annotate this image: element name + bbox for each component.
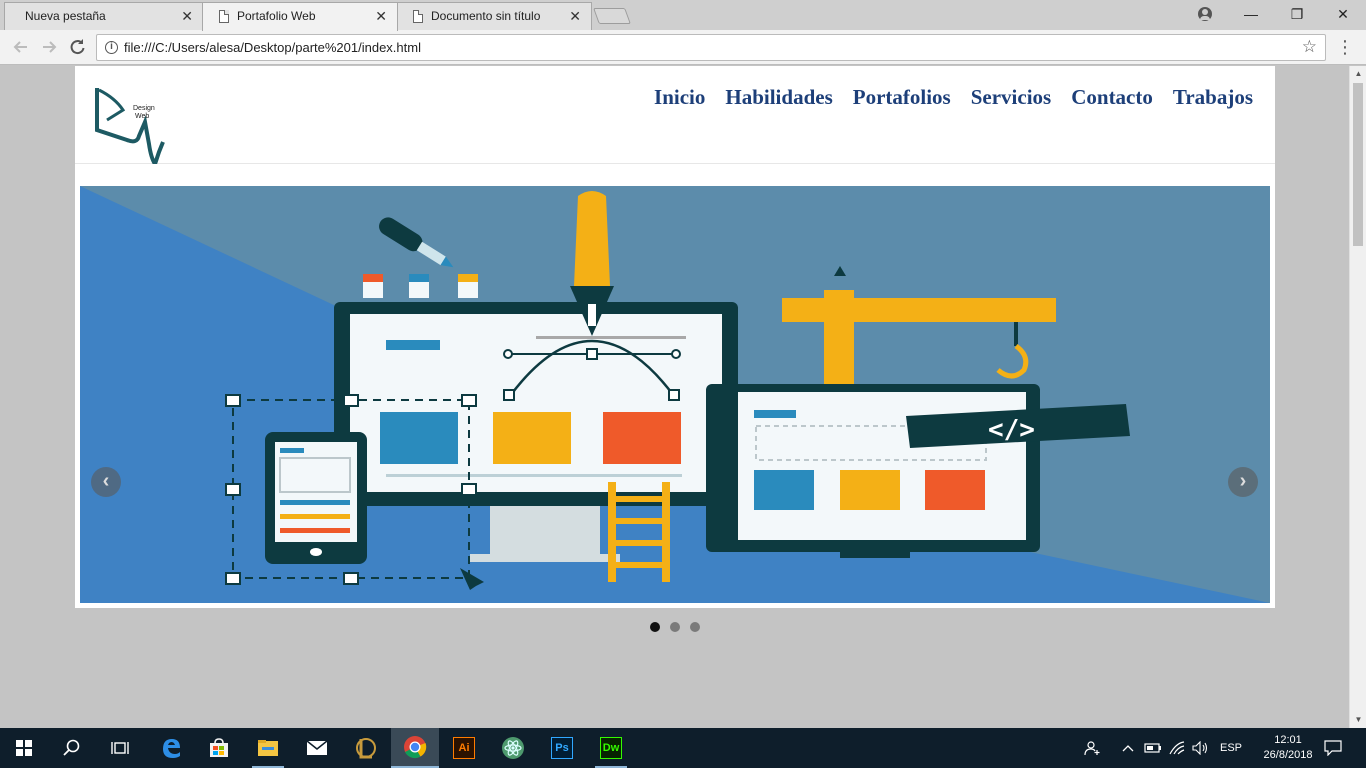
people-icon: [1084, 741, 1100, 756]
carousel-prev-button[interactable]: ‹: [91, 467, 121, 497]
carousel: </> ‹ ›: [75, 164, 1275, 608]
volume-button[interactable]: [1192, 728, 1210, 768]
back-arrow-icon: [13, 41, 27, 53]
clock-date: 26/8/2018: [1263, 749, 1313, 761]
site-logo[interactable]: Design Web: [93, 84, 169, 169]
illustrator-app[interactable]: Ai: [440, 728, 488, 768]
store-app[interactable]: [195, 728, 243, 768]
tab-title: Portafolio Web: [237, 9, 316, 23]
atom-icon: [502, 737, 524, 759]
clock-time: 12:01: [1274, 734, 1302, 746]
nav-trabajos[interactable]: Trabajos: [1173, 85, 1253, 110]
store-icon: [210, 738, 228, 757]
clock[interactable]: 12:01 26/8/2018: [1258, 733, 1318, 763]
minimize-button[interactable]: —: [1228, 0, 1274, 28]
wifi-button[interactable]: [1168, 728, 1186, 768]
nav-habilidades[interactable]: Habilidades: [725, 85, 832, 110]
action-center-button[interactable]: [1324, 728, 1342, 768]
edge-app[interactable]: [147, 728, 195, 768]
web-design-illustration: </>: [80, 186, 1270, 603]
chevron-up-icon: [1122, 745, 1134, 752]
close-tab-icon[interactable]: ✕: [375, 3, 387, 29]
close-window-button[interactable]: ✕: [1320, 0, 1366, 28]
carousel-indicators: [650, 622, 700, 632]
file-explorer-app[interactable]: [244, 728, 292, 768]
tab-documento-sin-titulo[interactable]: Documento sin título ✕: [396, 2, 592, 30]
battery-button[interactable]: [1144, 728, 1162, 768]
new-tab-button[interactable]: [593, 8, 631, 24]
browser-toolbar: i file:///C:/Users/alesa/Desktop/parte%2…: [0, 30, 1366, 65]
logo-text-design: Design: [133, 105, 155, 112]
address-bar[interactable]: i file:///C:/Users/alesa/Desktop/parte%2…: [96, 34, 1326, 61]
task-view-icon: [111, 742, 129, 754]
carousel-slide-image: </>: [80, 186, 1270, 603]
file-explorer-icon: [258, 740, 278, 756]
search-button[interactable]: [48, 728, 96, 768]
page-viewport: Design Web Inicio Habilidades Portafolio…: [0, 66, 1349, 728]
edge-icon: [163, 739, 180, 758]
back-button[interactable]: [10, 36, 32, 58]
chrome-icon: [404, 736, 427, 759]
people-button[interactable]: [1084, 728, 1104, 768]
close-tab-icon[interactable]: ✕: [569, 3, 581, 29]
carousel-indicator-3[interactable]: [690, 622, 700, 632]
info-icon[interactable]: i: [105, 41, 118, 54]
document-icon: [413, 10, 423, 23]
tab-strip: Nueva pestaña ✕ Portafolio Web ✕ Documen…: [0, 0, 1366, 31]
league-app[interactable]: [342, 728, 390, 768]
atom-app[interactable]: [489, 728, 537, 768]
tab-portafolio-web[interactable]: Portafolio Web ✕: [202, 2, 398, 31]
reload-button[interactable]: [66, 36, 88, 58]
photoshop-app[interactable]: Ps: [538, 728, 586, 768]
scroll-up-icon[interactable]: ▲: [1350, 66, 1366, 82]
start-button[interactable]: [0, 728, 48, 768]
mail-app[interactable]: [293, 728, 341, 768]
battery-icon: [1144, 743, 1161, 753]
dreamweaver-app[interactable]: Dw: [587, 728, 635, 768]
main-nav: Inicio Habilidades Portafolios Servicios…: [654, 85, 1253, 110]
illustrator-icon: Ai: [453, 737, 475, 759]
dreamweaver-icon: Dw: [600, 737, 622, 759]
scroll-down-icon[interactable]: ▼: [1350, 712, 1366, 728]
close-tab-icon[interactable]: ✕: [181, 3, 193, 29]
tab-title: Nueva pestaña: [25, 9, 106, 23]
photoshop-icon: Ps: [551, 737, 573, 759]
code-banner-text: </>: [988, 415, 1035, 445]
logo-mark-icon: Design Web: [95, 88, 165, 169]
restore-button[interactable]: ❐: [1274, 0, 1320, 28]
search-icon: [63, 739, 80, 756]
reload-icon: [70, 39, 85, 55]
carousel-indicator-1[interactable]: [650, 622, 660, 632]
volume-icon: [1192, 741, 1208, 755]
language-indicator[interactable]: ESP: [1220, 728, 1242, 768]
mail-icon: [306, 740, 328, 755]
tab-title: Documento sin título: [431, 9, 541, 23]
task-view-button[interactable]: [96, 728, 144, 768]
forward-arrow-icon: [43, 41, 57, 53]
notification-icon: [1324, 740, 1342, 756]
carousel-next-button[interactable]: ›: [1228, 467, 1258, 497]
taskbar: Ai Ps Dw ESP 12:01 26/8/2018: [0, 728, 1366, 768]
page-scrollbar[interactable]: ▲ ▼: [1349, 66, 1366, 728]
chrome-app[interactable]: [391, 728, 439, 768]
logo-text-web: Web: [135, 113, 149, 120]
scroll-thumb[interactable]: [1353, 83, 1363, 246]
nav-servicios[interactable]: Servicios: [971, 85, 1051, 110]
menu-icon[interactable]: ⋮: [1336, 36, 1354, 58]
carousel-indicator-2[interactable]: [670, 622, 680, 632]
show-hidden-icons-button[interactable]: [1122, 728, 1136, 768]
windows-start-icon: [16, 740, 32, 756]
forward-button[interactable]: [38, 36, 60, 58]
nav-contacto[interactable]: Contacto: [1071, 85, 1153, 110]
url-text[interactable]: file:///C:/Users/alesa/Desktop/parte%201…: [124, 40, 421, 55]
tab-nueva-pestana[interactable]: Nueva pestaña ✕: [4, 2, 204, 30]
wifi-icon: [1169, 741, 1185, 755]
nav-portafolios[interactable]: Portafolios: [853, 85, 951, 110]
league-icon: [356, 738, 376, 759]
nav-inicio[interactable]: Inicio: [654, 85, 705, 110]
document-icon: [219, 10, 229, 23]
bookmark-star-icon[interactable]: ☆: [1302, 37, 1317, 57]
profile-icon[interactable]: [1198, 7, 1212, 21]
site-header: Design Web Inicio Habilidades Portafolio…: [75, 66, 1275, 169]
